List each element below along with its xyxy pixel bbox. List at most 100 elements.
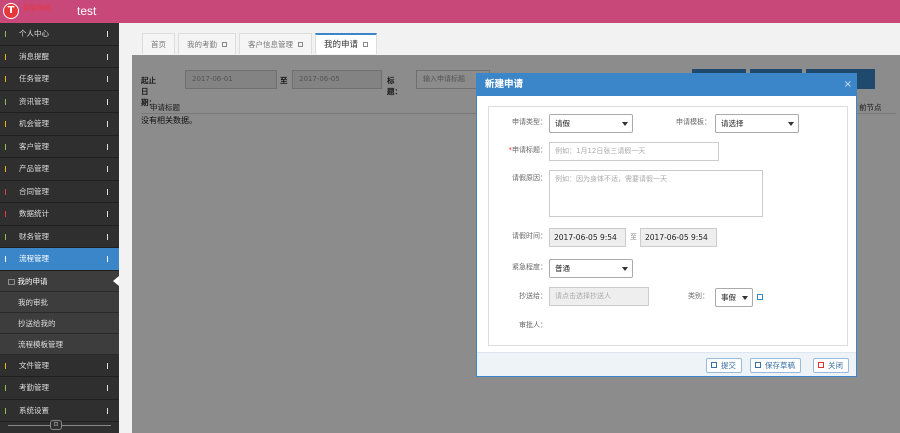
bar-icon: [5, 233, 6, 240]
reason-label: 请假原因：: [512, 174, 547, 182]
bar-icon: [5, 98, 6, 105]
submit-icon: [711, 362, 717, 368]
expand-icon: [107, 188, 108, 195]
bar-icon: [5, 121, 6, 127]
template-select-value: 请选择: [721, 119, 744, 128]
expand-icon: [107, 256, 108, 262]
title-field-label: *申请标题：: [489, 145, 548, 155]
expand-icon: [107, 31, 108, 37]
urgency-select[interactable]: 普通: [549, 259, 633, 278]
tab-my-attendance[interactable]: 我的考勤: [178, 33, 236, 54]
dialog-footer: 提交 保存草稿 关闭: [477, 352, 856, 376]
sidebar-item-attendance[interactable]: 考勤管理: [0, 377, 119, 400]
expand-icon: [107, 98, 108, 105]
title-field-label-text: 申请标题：: [512, 146, 547, 154]
close-tab-icon[interactable]: [298, 42, 303, 47]
close-tab-icon[interactable]: [222, 42, 227, 47]
sidebar-subitem-cc-to-me[interactable]: 抄送给我的: [0, 312, 119, 334]
sidebar-item-customers[interactable]: 客户管理: [0, 136, 119, 158]
cc-label: 抄送给：: [519, 292, 547, 300]
title-input[interactable]: 例如：1月12日张三请假一天: [549, 142, 719, 161]
sidebar-item-workflow[interactable]: 流程管理: [0, 248, 119, 271]
bar-icon: [5, 166, 6, 172]
chevron-down-icon: [788, 122, 794, 126]
bar-icon: [5, 407, 6, 414]
sidebar-item-label: 资讯管理: [19, 96, 49, 106]
bar-icon: [5, 53, 6, 60]
save-draft-button[interactable]: 保存草稿: [750, 358, 801, 373]
template-select[interactable]: 请选择: [715, 114, 799, 133]
collapse-sidebar-icon[interactable]: ⊡: [50, 420, 62, 430]
close-label: 关闭: [828, 361, 843, 370]
tab-customer-info[interactable]: 客户信息管理: [239, 33, 312, 54]
tab-home[interactable]: 首页: [142, 33, 175, 54]
bar-icon: [5, 256, 6, 262]
bar-icon: [5, 76, 6, 82]
expand-icon: [107, 362, 108, 369]
dialog-title: 新建申请: [485, 79, 524, 90]
sidebar-item-tasks[interactable]: 任务管理: [0, 68, 119, 91]
time-label: 请假时间：: [512, 232, 547, 240]
expand-icon: [107, 143, 108, 150]
sidebar-item-personal-center[interactable]: 个人中心: [0, 23, 119, 46]
sidebar: 个人中心 消息提醒 任务管理 资讯管理 机会管理 客户管理 产品管理 合同管理 …: [0, 23, 119, 433]
bar-icon: [5, 31, 6, 37]
bar-icon: [5, 385, 6, 391]
square-icon[interactable]: [757, 294, 763, 300]
sidebar-item-label: 数据统计: [19, 209, 49, 218]
tab-my-applications[interactable]: 我的申请: [315, 33, 378, 54]
end-time-input[interactable]: 2017-06-05 9:54: [640, 228, 717, 247]
expand-icon: [107, 233, 108, 240]
sidebar-item-label: 文件管理: [19, 360, 49, 370]
sidebar-item-contracts[interactable]: 合同管理: [0, 181, 119, 203]
submit-label: 提交: [721, 361, 736, 370]
sidebar-item-news[interactable]: 资讯管理: [0, 91, 119, 113]
bar-icon: [5, 211, 6, 217]
reason-textarea[interactable]: 例如：因为身体不适，需要请假一天: [549, 170, 763, 217]
category-label: 类别：: [688, 292, 709, 300]
tab-label: 客户信息管理: [248, 40, 293, 49]
new-application-dialog: 新建申请 × 申请类型： 请假 申请模板： 请选择 *申请标题： 例如：1月12…: [476, 73, 857, 377]
type-select[interactable]: 请假: [549, 114, 633, 133]
expand-icon: [107, 53, 108, 60]
top-header: T 智能协同 test: [0, 0, 900, 23]
sidebar-item-finance[interactable]: 财务管理: [0, 226, 119, 248]
app-title: test: [77, 4, 97, 18]
sidebar-item-statistics[interactable]: 数据统计: [0, 203, 119, 226]
sidebar-item-label: 任务管理: [19, 74, 49, 83]
chevron-down-icon: [622, 122, 628, 126]
sidebar-item-label: 消息提醒: [19, 51, 49, 61]
category-select[interactable]: 事假: [715, 288, 753, 307]
bar-icon: [5, 188, 6, 195]
expand-icon: [107, 407, 108, 414]
sidebar-item-label: 考勤管理: [19, 383, 49, 392]
sidebar-item-opportunities[interactable]: 机会管理: [0, 113, 119, 136]
tab-bar: 首页 我的考勤 客户信息管理 我的申请: [142, 33, 380, 55]
sidebar-subitem-my-approvals[interactable]: 我的审批: [0, 291, 119, 313]
dialog-header: 新建申请 ×: [477, 74, 856, 96]
tab-label: 首页: [151, 40, 166, 49]
chevron-down-icon: [622, 267, 628, 271]
start-time-input[interactable]: 2017-06-05 9:54: [549, 228, 626, 247]
close-icon[interactable]: ×: [844, 74, 852, 96]
expand-icon: [107, 385, 108, 391]
sidebar-item-files[interactable]: 文件管理: [0, 355, 119, 377]
type-select-value: 请假: [555, 119, 570, 128]
sidebar-item-label: 系统设置: [19, 405, 49, 415]
cc-input[interactable]: 请点击选择抄送人: [549, 287, 649, 306]
sidebar-item-label: 个人中心: [19, 29, 49, 38]
time-to-label: 至: [630, 233, 637, 241]
submit-button[interactable]: 提交: [706, 358, 742, 373]
expand-icon: [107, 166, 108, 172]
sidebar-subitem-my-applications[interactable]: □ 我的申请: [0, 270, 119, 292]
close-button[interactable]: 关闭: [813, 358, 849, 373]
sidebar-item-products[interactable]: 产品管理: [0, 158, 119, 181]
chevron-down-icon: [742, 296, 748, 300]
close-tab-icon[interactable]: [363, 42, 369, 47]
sidebar-item-label: 流程管理: [19, 254, 49, 263]
tab-label: 我的考勤: [187, 40, 217, 49]
sidebar-item-messages[interactable]: 消息提醒: [0, 46, 119, 68]
tab-label: 我的申请: [324, 40, 359, 50]
type-label: 申请类型：: [512, 118, 547, 126]
sidebar-subitem-template-management[interactable]: 流程模板管理: [0, 333, 119, 355]
